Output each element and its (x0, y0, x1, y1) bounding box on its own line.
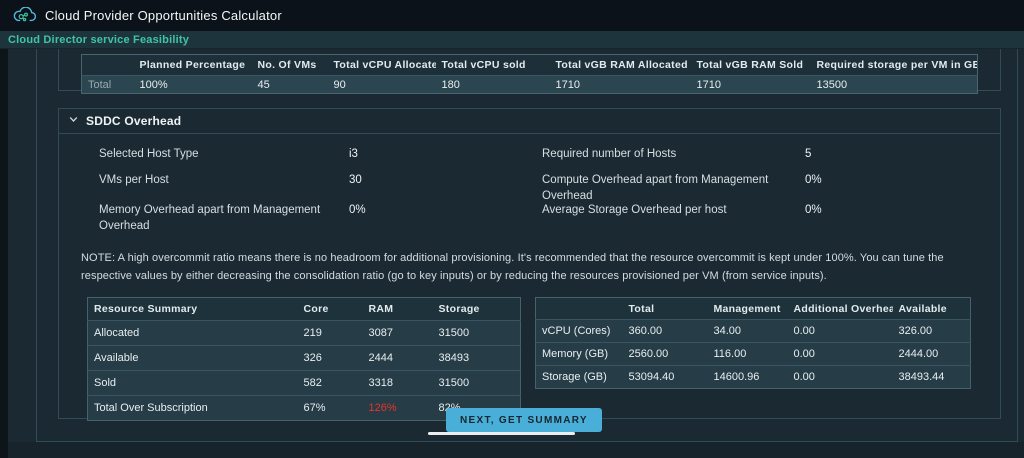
service-totals-section: Planned Percentage No. Of VMs Total vCPU… (58, 49, 1001, 91)
app-title: Cloud Provider Opportunities Calculator (45, 8, 282, 23)
cell: 2444 (363, 346, 433, 371)
column-header: Management (708, 298, 788, 320)
cell: 116.00 (708, 343, 788, 366)
column-header: Total vGB RAM Sold (691, 55, 811, 76)
cell: 31500 (433, 321, 521, 346)
cell: 0.00 (788, 320, 893, 343)
field-value: 0% (805, 172, 1000, 188)
overhead-breakdown-table: Total Management Additional Overhead Ava… (535, 297, 971, 389)
next-get-summary-button[interactable]: NEXT, GET SUMMARY (446, 408, 602, 432)
horizontal-scrollbar-thumb[interactable] (428, 432, 575, 435)
field-value: 0% (805, 202, 1000, 218)
cell: 34.00 (708, 320, 788, 343)
field-value: 5 (805, 146, 1000, 162)
field-value: i3 (349, 146, 542, 162)
totals-table-row: Total 100% 45 90 180 1710 1710 13500 (82, 76, 978, 94)
totals-table: Planned Percentage No. Of VMs Total vCPU… (81, 54, 978, 94)
overcommit-note: NOTE: A high overcommit ratio means ther… (81, 249, 977, 285)
column-header: RAM (363, 298, 433, 321)
breadcrumb-feasibility-link[interactable]: Cloud Director service Feasibility (8, 34, 189, 46)
row-label: Available (88, 346, 298, 371)
row-label: Storage (GB) (536, 366, 623, 389)
overhead-breakdown-header-row: Total Management Additional Overhead Ava… (536, 298, 971, 320)
row-label: Allocated (88, 321, 298, 346)
cell: 38493 (433, 346, 521, 371)
cell: 326 (298, 346, 363, 371)
totals-table-header-row: Planned Percentage No. Of VMs Total vCPU… (82, 55, 978, 76)
cell: 360.00 (623, 320, 708, 343)
column-header: Required storage per VM in GB (811, 55, 978, 76)
cell: 31500 (433, 371, 521, 396)
resource-summary-header-row: Resource Summary Core RAM Storage (88, 298, 521, 321)
field-value: 30 (349, 172, 542, 188)
left-edge-strip (0, 49, 8, 458)
cell: 326.00 (893, 320, 971, 343)
cell: 219 (298, 321, 363, 346)
field-label: VMs per Host (99, 172, 349, 188)
column-header: Available (893, 298, 971, 320)
table-row: vCPU (Cores) 360.00 34.00 0.00 326.00 (536, 320, 971, 343)
field-label: Memory Overhead apart from Management Ov… (99, 202, 349, 234)
cell: 2444.00 (893, 343, 971, 366)
cell: 45 (252, 76, 328, 94)
cell: 582 (298, 371, 363, 396)
column-header: Core (298, 298, 363, 321)
cell: 180 (436, 76, 550, 94)
chevron-down-icon (68, 112, 79, 130)
sddc-overhead-panel: SDDC Overhead Selected Host Type i3 Requ… (58, 108, 1001, 419)
cell: 1710 (691, 76, 811, 94)
cloud-provider-logo-icon (13, 7, 36, 24)
table-row: Available 326 2444 38493 (88, 346, 521, 371)
field-label: Compute Overhead apart from Management O… (542, 172, 805, 204)
column-header: Resource Summary (88, 298, 298, 321)
cell: 53094.40 (623, 366, 708, 389)
row-label: Total (82, 76, 134, 94)
cell: 0.00 (788, 366, 893, 389)
over-subscription-alert-cell: 126% (363, 396, 433, 421)
panel-title: SDDC Overhead (86, 114, 181, 128)
resource-summary-table: Resource Summary Core RAM Storage Alloca… (87, 297, 521, 421)
table-row: Memory (GB) 2560.00 116.00 0.00 2444.00 (536, 343, 971, 366)
row-label: Sold (88, 371, 298, 396)
field-label: Average Storage Overhead per host (542, 202, 805, 218)
cell: 67% (298, 396, 363, 421)
cell: 1710 (550, 76, 691, 94)
field-value: 0% (349, 202, 542, 218)
main-content: Planned Percentage No. Of VMs Total vCPU… (0, 49, 1024, 458)
column-header: Total vCPU sold (436, 55, 550, 76)
column-header: Planned Percentage (134, 55, 252, 76)
cell: 0.00 (788, 343, 893, 366)
cell: 3318 (363, 371, 433, 396)
table-row: Storage (GB) 53094.40 14600.96 0.00 3849… (536, 366, 971, 389)
column-header: Total (623, 298, 708, 320)
column-header: Additional Overhead (788, 298, 893, 320)
row-label: vCPU (Cores) (536, 320, 623, 343)
cell: 38493.44 (893, 366, 971, 389)
column-header: No. Of VMs (252, 55, 328, 76)
field-label: Selected Host Type (99, 146, 349, 162)
row-label: Memory (GB) (536, 343, 623, 366)
column-header: Storage (433, 298, 521, 321)
column-header: Total vCPU Allocated (328, 55, 436, 76)
breadcrumb-bar: Cloud Director service Feasibility (0, 31, 1024, 49)
field-label: Required number of Hosts (542, 146, 805, 162)
cell: 100% (134, 76, 252, 94)
page-bottom-strip (8, 442, 1024, 458)
column-header (82, 55, 134, 76)
cell: 13500 (811, 76, 978, 94)
cell: 90 (328, 76, 436, 94)
cell: 3087 (363, 321, 433, 346)
row-label: Total Over Subscription (88, 396, 298, 421)
feasibility-card: Planned Percentage No. Of VMs Total vCPU… (36, 45, 1018, 442)
table-row: Sold 582 3318 31500 (88, 371, 521, 396)
table-row: Allocated 219 3087 31500 (88, 321, 521, 346)
column-header (536, 298, 623, 320)
sddc-fields: Selected Host Type i3 Required number of… (99, 146, 1000, 246)
column-header: Total vGB RAM Allocated (550, 55, 691, 76)
cell: 14600.96 (708, 366, 788, 389)
app-header: Cloud Provider Opportunities Calculator (0, 0, 1024, 31)
sddc-overhead-accordion-header[interactable]: SDDC Overhead (59, 109, 1000, 134)
cell: 2560.00 (623, 343, 708, 366)
